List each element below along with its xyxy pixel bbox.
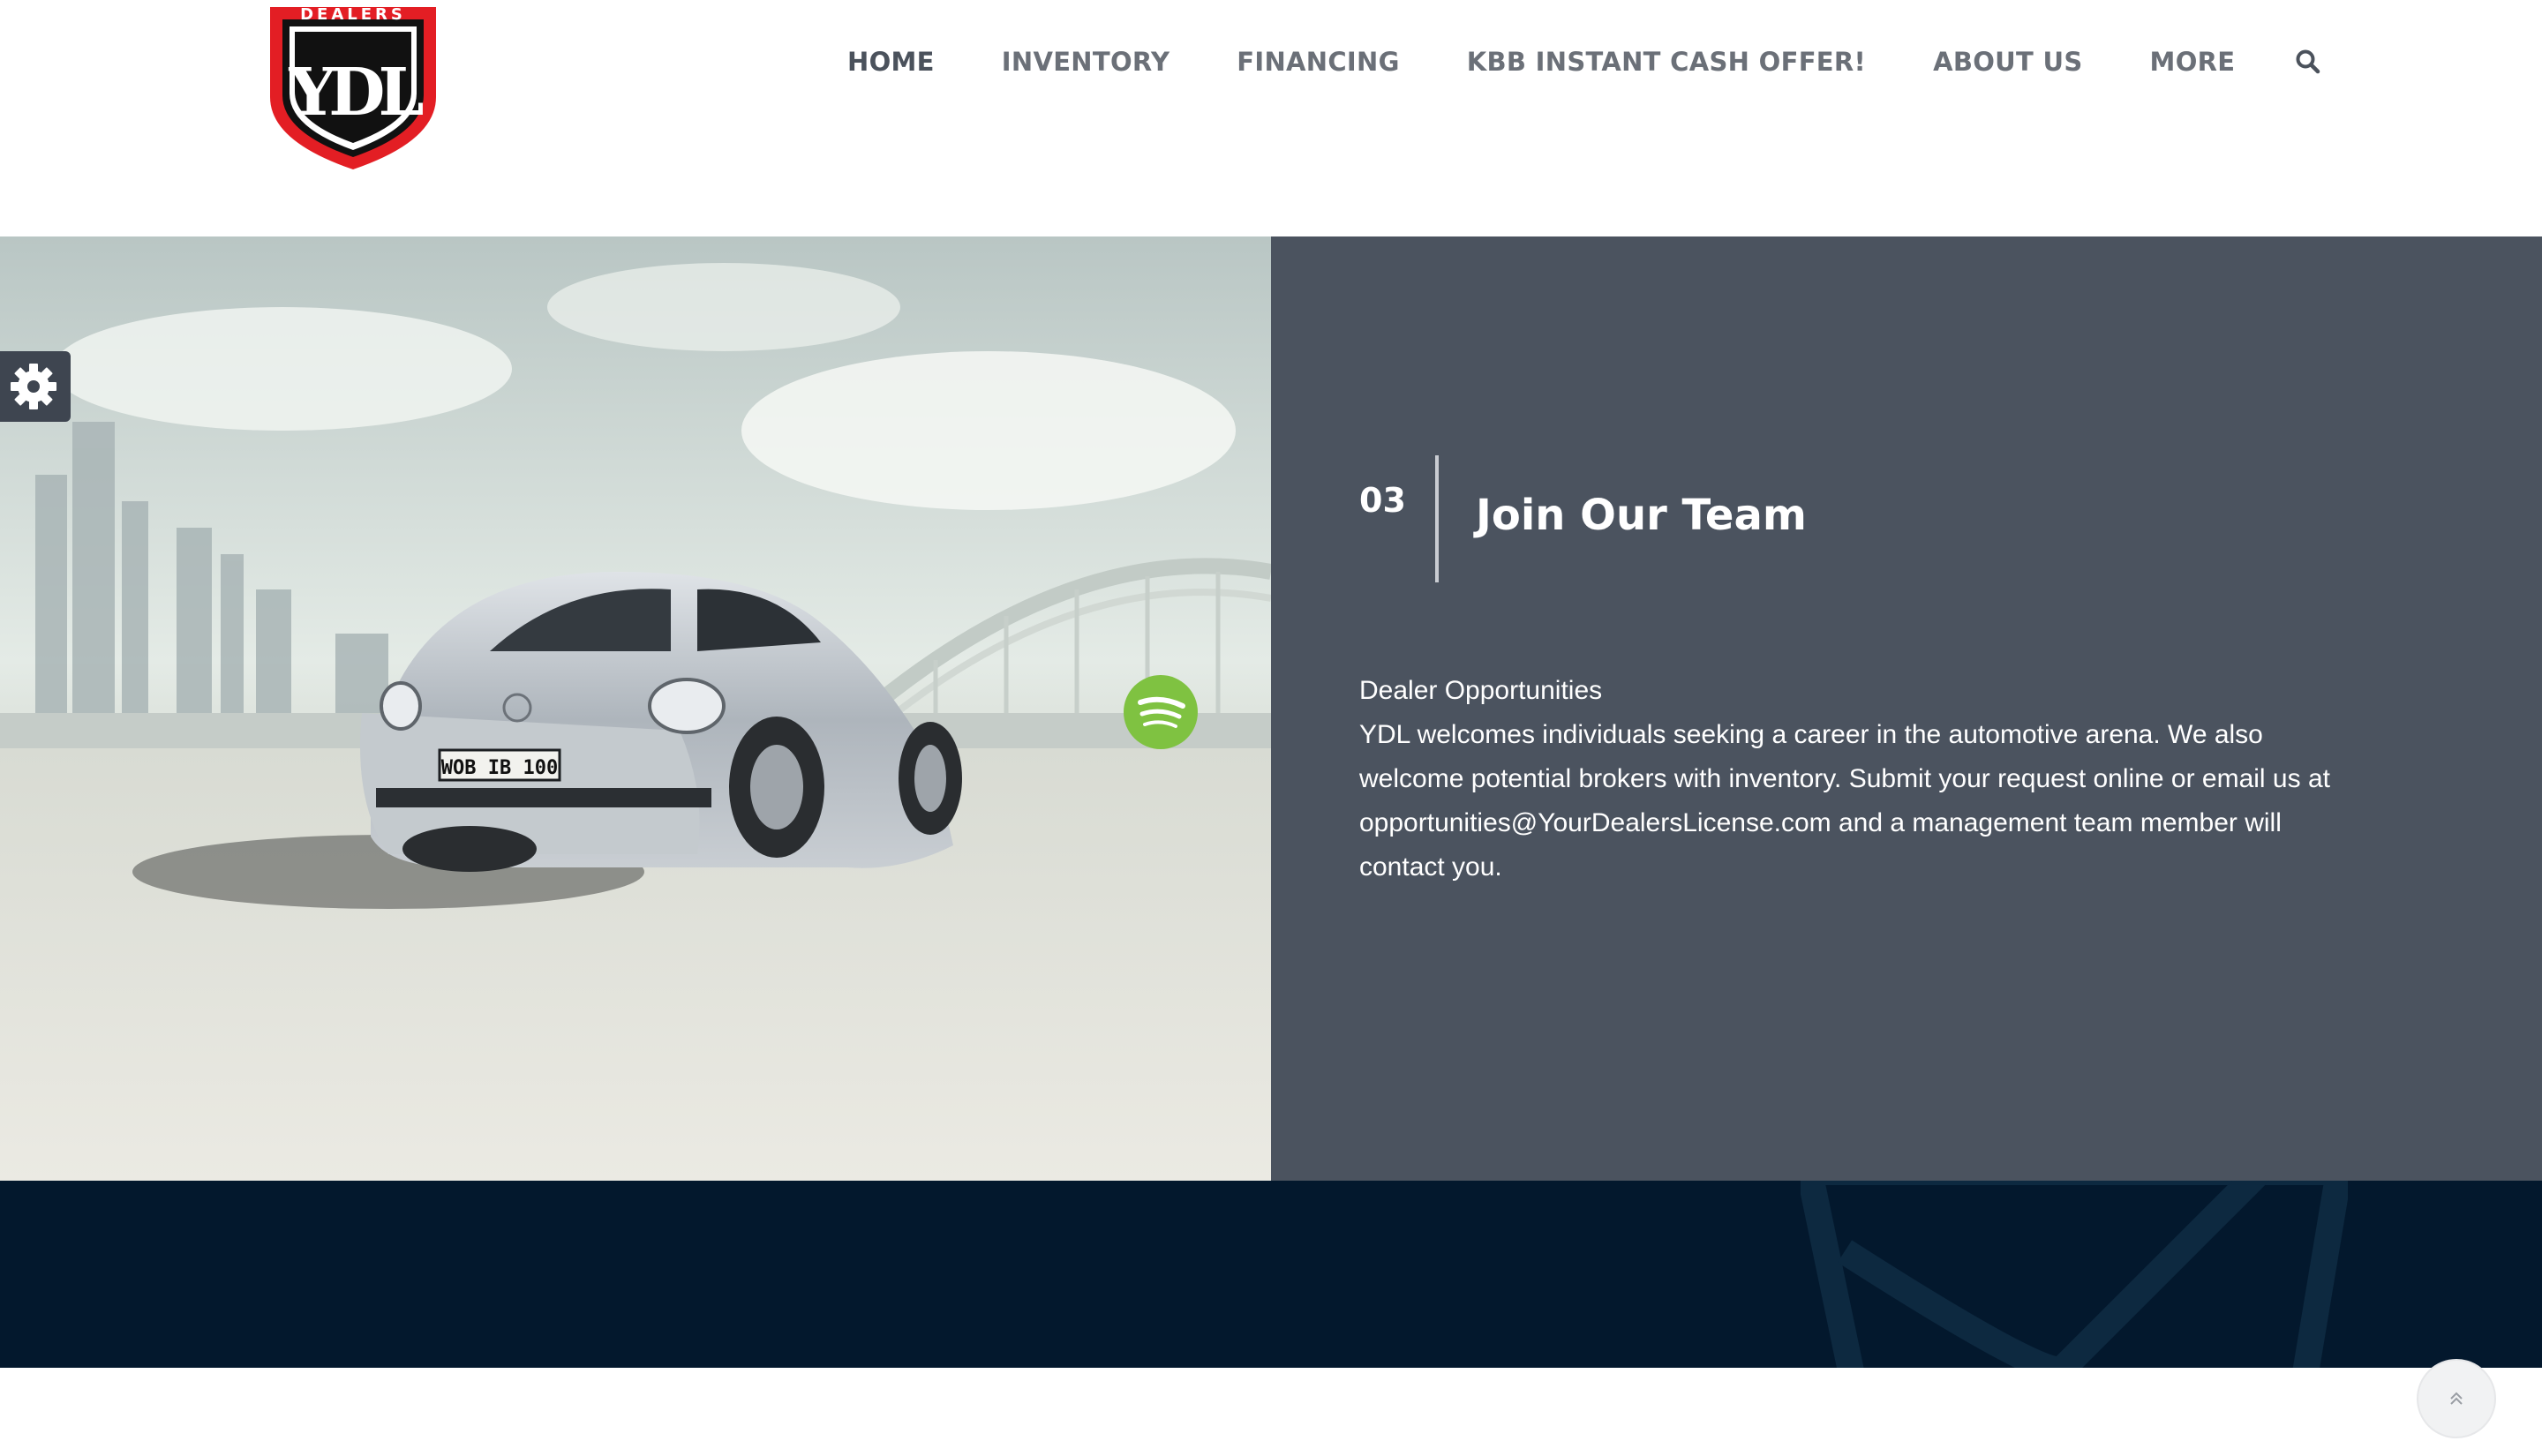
back-to-top-button[interactable] bbox=[2417, 1359, 2496, 1438]
double-chevron-up-icon bbox=[2450, 1392, 2463, 1405]
nav-about-us[interactable]: ABOUT US bbox=[1933, 47, 2082, 77]
site-header: DEALERS YDL HOME INVENTORY FINANCING KBB… bbox=[0, 0, 2542, 236]
svg-text:WOB IB 100: WOB IB 100 bbox=[441, 757, 558, 779]
nav-home[interactable]: HOME bbox=[847, 47, 935, 77]
main-nav: HOME INVENTORY FINANCING KBB INSTANT CAS… bbox=[847, 42, 2321, 81]
svg-text:YDL: YDL bbox=[288, 55, 423, 131]
envelope-watermark-icon bbox=[1801, 1181, 2348, 1368]
search-icon[interactable] bbox=[2295, 49, 2321, 75]
nav-more[interactable]: MORE bbox=[2150, 47, 2236, 77]
join-team-panel: 03 Join Our Team Dealer Opportunities YD… bbox=[1271, 236, 2542, 1181]
footer-band bbox=[0, 1181, 2542, 1368]
hero-car-image: WOB IB 100 bbox=[0, 236, 1271, 1181]
section-title: Join Our Team bbox=[1476, 491, 1807, 540]
section-body: Dealer Opportunities YDL welcomes indivi… bbox=[1359, 669, 2330, 889]
step-number: 03 bbox=[1359, 481, 1406, 520]
settings-tab[interactable] bbox=[0, 351, 71, 422]
step-divider bbox=[1435, 455, 1439, 582]
svg-text:DEALERS: DEALERS bbox=[300, 5, 406, 24]
ydl-logo[interactable]: DEALERS YDL bbox=[265, 0, 441, 173]
spotify-icon[interactable] bbox=[1123, 674, 1199, 750]
nav-inventory[interactable]: INVENTORY bbox=[1002, 47, 1169, 77]
gear-icon bbox=[11, 364, 56, 409]
section-description: YDL welcomes individuals seeking a caree… bbox=[1359, 720, 2330, 882]
nav-kbb-instant-cash-offer[interactable]: KBB INSTANT CASH OFFER! bbox=[1467, 47, 1866, 77]
nav-financing[interactable]: FINANCING bbox=[1237, 47, 1399, 77]
page: DEALERS YDL HOME INVENTORY FINANCING KBB… bbox=[0, 0, 2542, 1456]
section-subtitle: Dealer Opportunities bbox=[1359, 676, 1603, 705]
